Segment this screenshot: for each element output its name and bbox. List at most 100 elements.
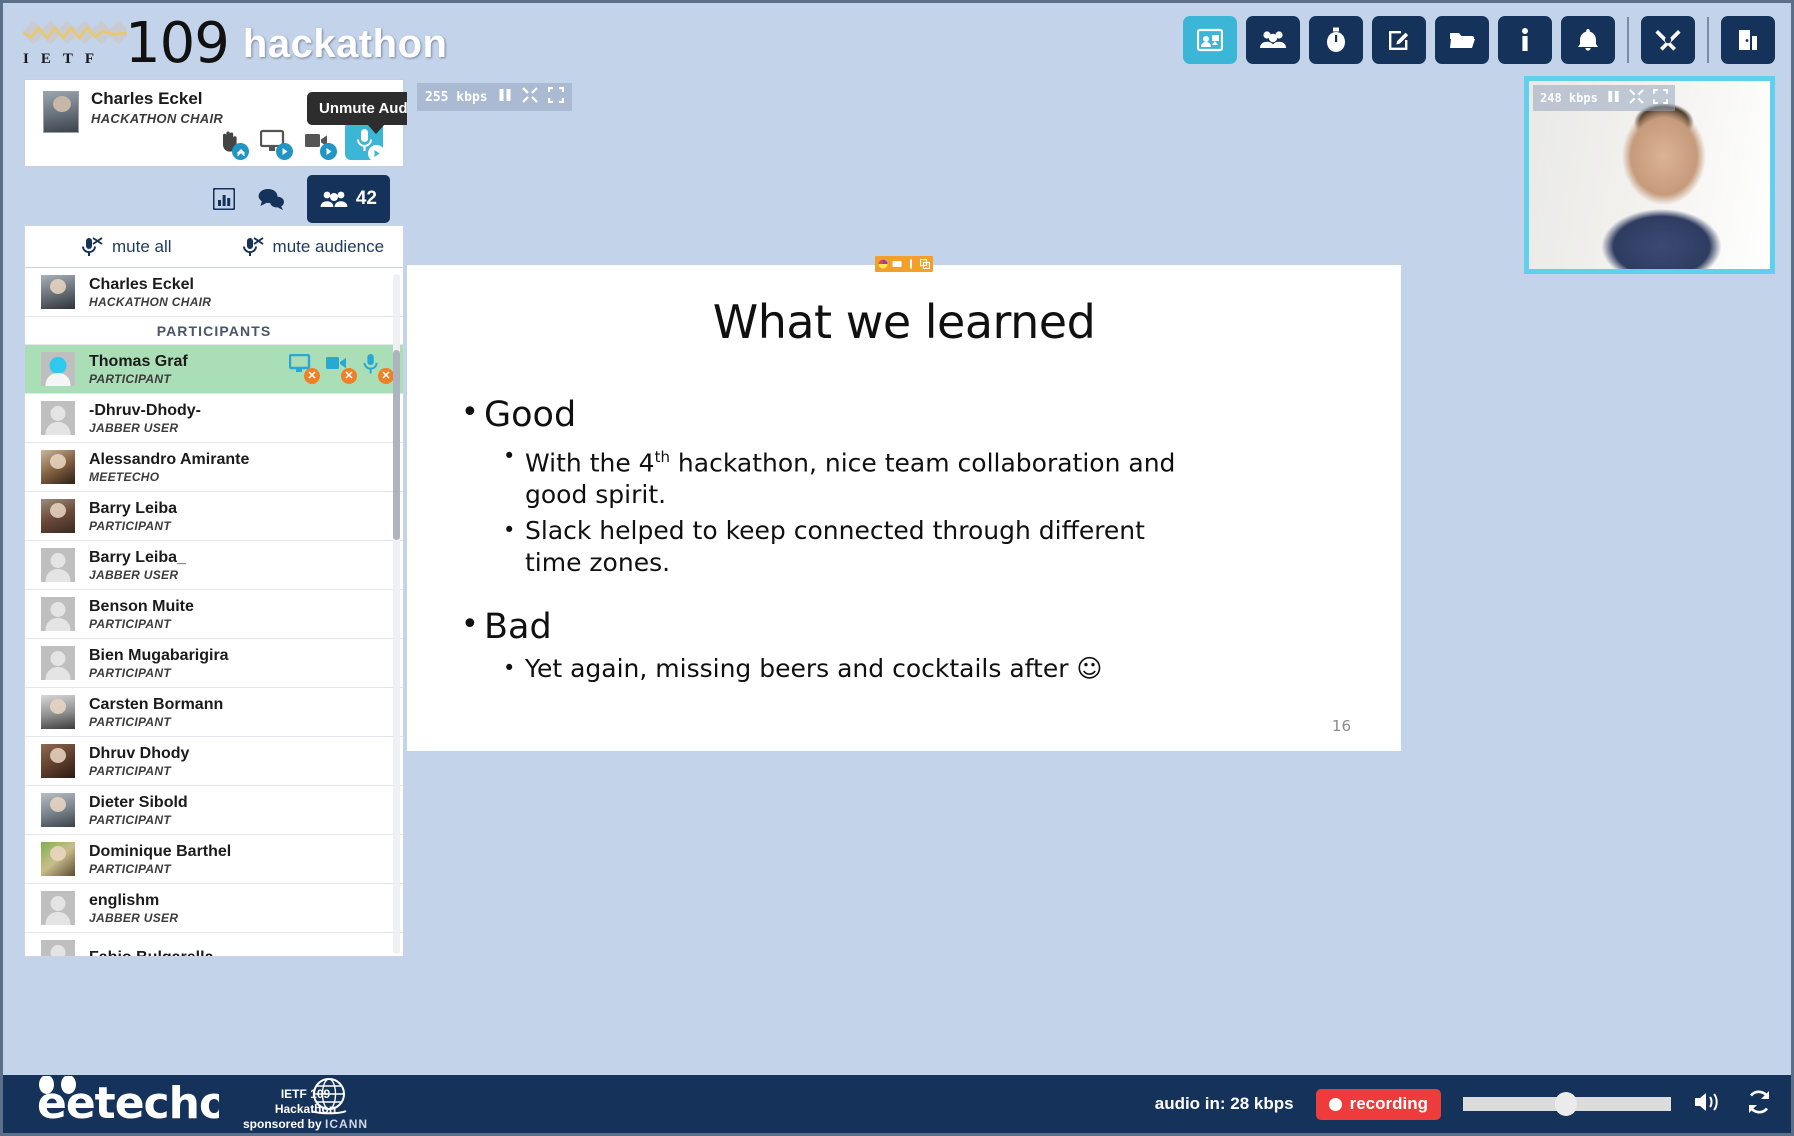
slide-bullet-l2: Yet again, missing beers and cocktails a… — [459, 652, 1179, 685]
avatar — [41, 842, 75, 876]
mic-off-icon[interactable]: ✕ — [363, 354, 394, 384]
recording-status-badge[interactable]: recording — [1315, 1088, 1441, 1120]
slide-bullet-l2: With the 4th hackathon, nice team collab… — [459, 440, 1179, 511]
share-screen-play-badge — [276, 143, 293, 160]
list-item[interactable]: Barry Leiba PARTICIPANT — [25, 492, 403, 541]
bullet-text-before: With the 4 — [525, 448, 655, 478]
fullscreen-icon[interactable] — [1652, 88, 1668, 107]
pause-icon[interactable] — [1607, 90, 1620, 106]
copy-icon[interactable] — [919, 258, 931, 270]
participant-media-controls: ✕ ✕ ✕ — [288, 353, 394, 384]
participant-role: MEETECHO — [89, 469, 160, 484]
list-item[interactable]: englishm JABBER USER — [25, 884, 403, 933]
conference-number: 109 — [125, 11, 230, 76]
toolbar-divider-1 — [1627, 17, 1629, 63]
participant-role: HACKATHON CHAIR — [89, 294, 212, 309]
pointer-icon[interactable] — [905, 258, 917, 270]
list-item[interactable]: Dhruv Dhody PARTICIPANT — [25, 737, 403, 786]
tools-icon — [1655, 30, 1681, 51]
participant-list[interactable]: Charles Eckel HACKATHON CHAIR PARTICIPAN… — [24, 267, 404, 957]
participant-name: Dieter Sibold — [89, 793, 188, 811]
camera-off-icon[interactable]: ✕ — [326, 354, 357, 384]
list-item[interactable]: -Dhruv-Dhody- JABBER USER — [25, 394, 403, 443]
main-stream-bitrate: 255 kbps — [425, 89, 488, 105]
participants-count: 42 — [355, 188, 377, 209]
participant-name: Charles Eckel — [89, 275, 194, 293]
participant-role: PARTICIPANT — [89, 861, 171, 876]
avatar — [41, 275, 75, 309]
exit-icon-button[interactable] — [1721, 16, 1775, 64]
resize-icon[interactable] — [521, 87, 538, 107]
fullscreen-icon[interactable] — [547, 86, 564, 107]
participant-name: Barry Leiba — [89, 499, 178, 517]
audio-in-status: audio in: 28 kbps — [1154, 1094, 1294, 1113]
unmute-audio-play-badge — [368, 145, 385, 162]
list-item[interactable]: Alessandro Amirante MEETECHO — [25, 443, 403, 492]
timer-icon-button[interactable] — [1309, 16, 1363, 64]
mute-all-button[interactable]: mute all — [79, 236, 172, 258]
panel-tabs: 42 — [24, 175, 404, 223]
list-item[interactable]: Fabio Bulgarella — [25, 933, 403, 957]
list-item[interactable]: Benson Muite PARTICIPANT — [25, 590, 403, 639]
participant-role: PARTICIPANT — [89, 812, 171, 827]
folder-icon — [1450, 33, 1475, 48]
screen-off-icon[interactable]: ✕ — [288, 353, 320, 384]
tab-participants[interactable]: 42 — [306, 175, 390, 223]
presentation-icon-button[interactable] — [1183, 16, 1237, 64]
notes-icon-button[interactable] — [1372, 16, 1426, 64]
palette-icon[interactable] — [877, 258, 889, 270]
pause-icon[interactable] — [498, 88, 512, 106]
info-icon-button[interactable] — [1498, 16, 1552, 64]
list-item[interactable]: Bien Mugabarigira PARTICIPANT — [25, 639, 403, 688]
list-item[interactable]: Dominique Barthel PARTICIPANT — [25, 835, 403, 884]
participant-role: JABBER USER — [89, 420, 179, 435]
presenter-card: Charles Eckel HACKATHON CHAIR Unmute Aud… — [24, 79, 433, 167]
list-item[interactable]: Dieter Sibold PARTICIPANT — [25, 786, 403, 835]
toolbar-divider-2 — [1707, 17, 1709, 63]
participants-icon-button[interactable] — [1246, 16, 1300, 64]
slide-title: What we learned — [712, 295, 1096, 349]
slide-bullet-l1: Bad — [459, 603, 1371, 649]
recording-label: recording — [1349, 1094, 1428, 1113]
mute-controls-bar: mute all mute audience — [24, 225, 404, 267]
share-video-button[interactable] — [301, 124, 337, 160]
slide-viewer[interactable]: What we learned Good With the 4th hackat… — [407, 256, 1401, 751]
volume-slider-knob[interactable] — [1555, 1092, 1577, 1116]
mute-all-icon — [82, 236, 103, 256]
bullet-superscript: th — [654, 448, 670, 466]
participant-role: PARTICIPANT — [89, 763, 171, 778]
webcam-video[interactable]: 248 kbps — [1524, 76, 1775, 274]
tab-chat[interactable] — [257, 188, 285, 210]
speaker-icon[interactable] — [1693, 1089, 1723, 1120]
resize-icon[interactable] — [1629, 89, 1644, 107]
footer-right-controls: audio in: 28 kbps recording — [1154, 1088, 1773, 1120]
avatar — [41, 401, 75, 435]
webcam-bitrate: 248 kbps — [1540, 91, 1598, 105]
tab-statistics[interactable] — [212, 188, 235, 210]
share-screen-button[interactable] — [257, 124, 293, 160]
avatar — [41, 940, 75, 956]
list-item[interactable]: Barry Leiba_ JABBER USER — [25, 541, 403, 590]
participant-list-scrollbar-thumb[interactable] — [393, 350, 400, 540]
participant-row-chair[interactable]: Charles Eckel HACKATHON CHAIR — [25, 268, 403, 317]
participant-name: Fabio Bulgarella — [89, 948, 214, 957]
screen-small-icon[interactable] — [891, 258, 903, 270]
folder-icon-button[interactable] — [1435, 16, 1489, 64]
refresh-icon[interactable] — [1745, 1089, 1773, 1120]
off-badge: ✕ — [378, 368, 394, 384]
notes-icon — [1389, 31, 1409, 50]
list-item[interactable]: Carsten Bormann PARTICIPANT — [25, 688, 403, 737]
mute-audience-button[interactable]: mute audience — [240, 236, 384, 258]
volume-slider[interactable] — [1463, 1092, 1671, 1116]
participant-name: -Dhruv-Dhody- — [89, 401, 201, 419]
slide-tools-badge[interactable] — [875, 256, 933, 272]
app-footer: eetecho IETF 109 Hackathon sponsored by … — [3, 1075, 1791, 1133]
tools-icon-button[interactable] — [1641, 16, 1695, 64]
main-stream-controls: 255 kbps — [417, 83, 572, 111]
raise-hand-button[interactable] — [213, 124, 249, 160]
list-item[interactable]: Thomas Graf PARTICIPANT ✕ ✕ ✕ — [25, 345, 403, 394]
ietf-wave-icon — [22, 25, 128, 41]
bell-icon-button[interactable] — [1561, 16, 1615, 64]
participant-role: PARTICIPANT — [89, 518, 171, 533]
chat-icon — [258, 189, 284, 210]
